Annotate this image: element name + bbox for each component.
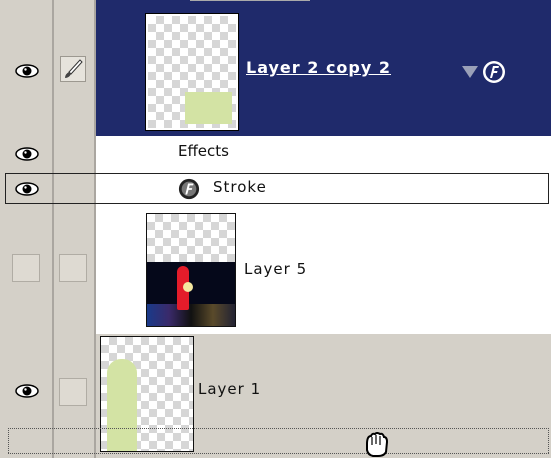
grab-hand-cursor-icon [366,432,389,457]
effects-content[interactable]: Effects [96,136,551,172]
drag-insertion-line-top [8,428,549,429]
eye-icon[interactable] [15,64,39,78]
link-toggle-empty[interactable] [59,254,87,282]
thumbnail-green-shape [107,359,137,451]
layer-thumbnail [145,13,239,131]
thumbnail-green-shape [185,92,232,124]
disclosure-triangle-icon[interactable] [462,66,478,78]
layer-name[interactable]: Layer 1 [198,380,261,398]
layer-content-selected[interactable]: Layer 2 copy 2 [96,0,551,136]
drag-insertion-left-edge [8,428,9,453]
effect-fx-icon [178,178,200,200]
effects-row[interactable]: Effects [0,136,551,172]
visibility-column [0,136,54,172]
stroke-content[interactable]: Stroke [96,172,551,206]
eye-icon[interactable] [15,147,39,161]
layer-thumbnail [100,336,194,452]
layer-name[interactable]: Layer 2 copy 2 [246,58,391,77]
photo-highlight [147,304,235,326]
drag-insertion-right-edge [548,428,549,453]
visibility-toggle-empty[interactable] [12,254,40,282]
thumbnail-photo [147,262,235,326]
stroke-row[interactable]: Stroke [0,172,551,206]
eye-icon[interactable] [15,182,39,196]
visibility-column [0,206,54,334]
layer-content[interactable]: Layer 1 [96,334,551,458]
layers-panel: Layer 2 copy 2 Effects Stroke Layer 5 La… [0,0,551,458]
brush-icon[interactable] [60,56,86,82]
layer-row-layer-5[interactable]: Layer 5 [0,206,551,334]
layer-row-layer-1[interactable]: Layer 1 [0,334,551,458]
layer-name[interactable]: Layer 5 [244,260,307,278]
link-column [52,0,96,136]
visibility-column [0,172,54,206]
top-scroll-divider [190,0,310,4]
layer-effects-icon[interactable] [482,60,506,84]
drag-insertion-line-bottom [8,453,549,454]
link-column [52,172,96,206]
stroke-label: Stroke [213,178,267,196]
link-column [52,334,96,458]
link-toggle-empty[interactable] [59,378,87,406]
layer-content[interactable]: Layer 5 [96,206,551,334]
layer-row-layer-2-copy-2[interactable]: Layer 2 copy 2 [0,0,551,136]
effects-label: Effects [178,142,229,160]
link-column [52,136,96,172]
link-column [52,206,96,334]
photo-light [183,282,193,292]
layer-thumbnail [146,213,236,327]
visibility-column [0,0,54,136]
eye-icon[interactable] [15,384,39,398]
